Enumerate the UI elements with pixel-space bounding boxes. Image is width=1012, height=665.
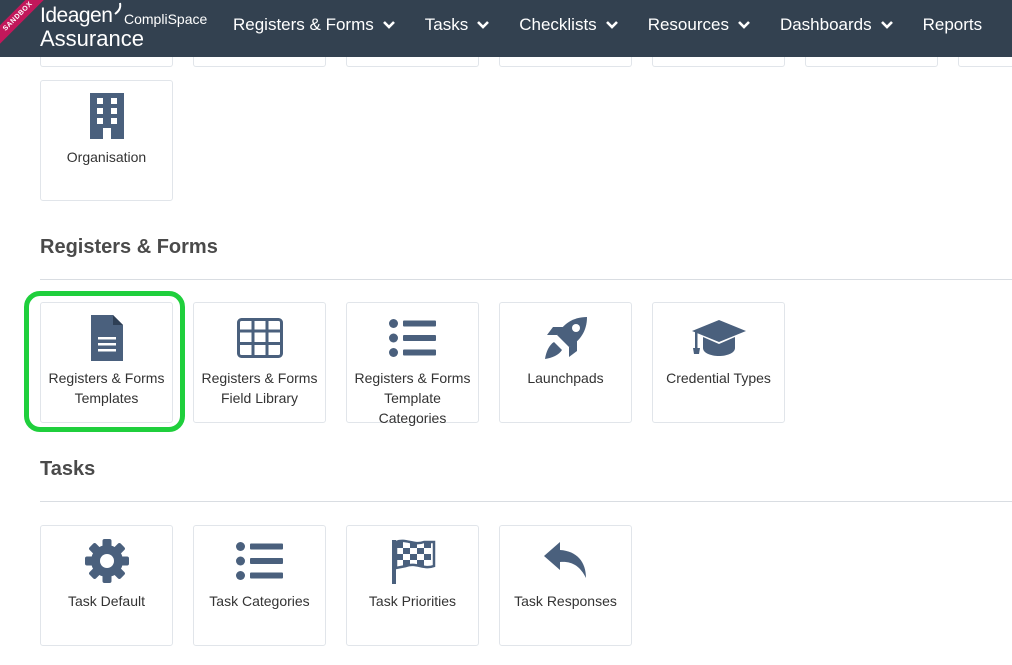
nav-dashboards[interactable]: Dashboards [765,0,908,50]
list-icon [194,538,325,584]
tile-registers-forms-field-library[interactable]: Registers & Forms Field Library [193,302,326,423]
tile-registers-forms-template-categories[interactable]: Registers & Forms Template Categories [346,302,479,426]
nav-label: Dashboards [779,15,872,34]
tile-label: Organisation [66,149,147,165]
section-title-registers-forms: Registers & Forms [40,236,218,258]
partial-tile[interactable] [40,57,173,67]
tile-label: Task Default [67,593,146,609]
chevron-down-icon [477,21,490,29]
tile-label: Task Priorities [368,593,457,609]
tile-label: Launchpads [527,370,604,386]
nav-label: Reports [922,15,983,34]
nav-label: Checklists [519,15,597,34]
list-icon [347,315,478,361]
tile-label: Task Categories [209,593,310,609]
logo-assurance-text: Assurance [40,26,144,51]
tile-label: Registers & Forms Field Library [201,370,318,406]
nav-label: Resources [647,15,729,34]
tile-organisation[interactable]: Organisation [40,80,173,201]
chevron-down-icon [738,21,750,29]
partial-tile[interactable] [346,57,479,67]
tile-task-default[interactable]: Task Default [40,525,173,646]
building-icon [41,93,172,139]
document-icon [41,315,172,361]
tile-task-priorities[interactable]: Task Priorities [346,525,479,646]
reply-arrow-icon [500,538,631,584]
graduation-cap-icon [653,315,784,361]
tile-registers-forms-templates[interactable]: Registers & Forms Templates [40,302,173,423]
table-icon [194,315,325,361]
partial-tile[interactable] [499,57,632,67]
section-title-tasks: Tasks [40,458,96,480]
nav-reports[interactable]: Reports [908,0,998,50]
chevron-down-icon [382,21,395,29]
nav-checklists[interactable]: Checklists [504,0,632,50]
section-divider [40,279,1012,280]
nav-registers-forms[interactable]: Registers & Forms [218,0,410,50]
nav-tasks[interactable]: Tasks [410,0,504,50]
tile-label: Credential Types [666,370,771,386]
chevron-down-icon [605,21,618,29]
logo-ideagen-text: Ideagen [40,4,113,27]
gear-icon [41,538,172,584]
app-logo[interactable]: Ideagen CompliSpace Assurance [40,2,210,52]
tile-label: Registers & Forms Template Categories [354,370,471,426]
partial-tile[interactable] [193,57,326,67]
tile-credential-types[interactable]: Credential Types [652,302,785,423]
main-nav: Registers & Forms Tasks Checklists Resou… [218,0,997,57]
rocket-icon [500,315,631,361]
tile-launchpads[interactable]: Launchpads [499,302,632,423]
nav-label: Registers & Forms [233,15,374,34]
tile-task-categories[interactable]: Task Categories [193,525,326,646]
partial-tile[interactable] [805,57,938,67]
top-navbar: SANDBOX Ideagen CompliSpace Assurance Re… [0,0,1012,57]
logo-complispace-text: CompliSpace [124,11,208,27]
tile-label: Registers & Forms Templates [48,370,165,406]
nav-resources[interactable]: Resources [633,0,765,50]
partial-tile[interactable] [958,57,1012,67]
checkered-flag-icon [347,538,478,584]
logo-swoosh-icon [114,2,122,15]
tile-task-responses[interactable]: Task Responses [499,525,632,646]
section-divider [40,501,1012,502]
chevron-down-icon [880,21,893,29]
partial-tile[interactable] [652,57,785,67]
nav-label: Tasks [424,15,469,34]
tile-label: Task Responses [514,593,617,609]
